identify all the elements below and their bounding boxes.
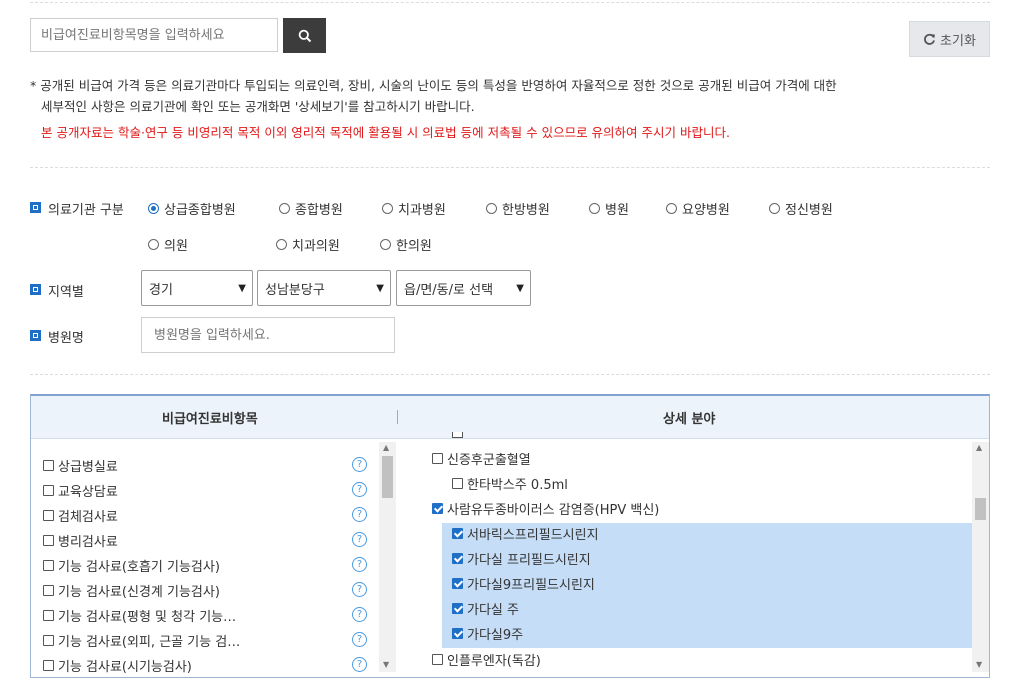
search-input[interactable] [30, 18, 278, 52]
list-item[interactable]: 병리검사료 [43, 531, 118, 550]
left-column-header: 비급여진료비항목 [162, 412, 258, 427]
hospital-name-input[interactable] [141, 317, 395, 353]
radio-tertiary-hospital[interactable]: 상급종합병원 [148, 199, 236, 218]
region-label: 지역별 [48, 285, 84, 300]
right-scrollbar[interactable]: ▲ ▼ [972, 442, 989, 672]
bullet-icon [30, 202, 41, 213]
refresh-icon [924, 33, 936, 45]
radio-oriental-hospital[interactable]: 한방병원 [486, 199, 550, 218]
left-scrollbar[interactable]: ▲ ▼ [379, 442, 396, 672]
checkbox[interactable] [452, 528, 463, 539]
radio-dental-clinic[interactable]: 치과의원 [276, 235, 340, 254]
radio-oriental-clinic[interactable]: 한의원 [380, 235, 432, 254]
panel-header: 비급여진료비항목 상세 분야 [31, 396, 989, 439]
checkbox[interactable] [43, 585, 54, 596]
list-item[interactable]: 검체검사료 [43, 506, 118, 525]
help-icon[interactable]: ? [352, 532, 367, 547]
list-item[interactable]: 가다실 주 [452, 599, 519, 618]
checkbox[interactable] [43, 635, 54, 646]
help-icon[interactable]: ? [352, 457, 367, 472]
list-item[interactable]: 서바릭스프리필드시린지 [452, 524, 599, 543]
list-item[interactable]: 기능 검사료(외피, 근골 기능 검… [43, 631, 240, 650]
radio-hospital[interactable]: 병원 [589, 199, 629, 218]
radio-general-hospital[interactable]: 종합병원 [279, 199, 343, 218]
list-item[interactable]: 기능 검사료(신경계 기능검사) [43, 581, 220, 600]
search-icon [298, 29, 311, 42]
reset-button[interactable]: 초기화 [909, 21, 990, 57]
checkbox[interactable] [43, 610, 54, 621]
scroll-thumb[interactable] [975, 498, 986, 520]
list-item[interactable]: 가다실9프리필드시린지 [452, 574, 595, 593]
checkbox[interactable] [432, 453, 443, 464]
notice-warning: 본 공개자료는 학술·연구 등 비영리적 목적 이외 영리적 목적에 활용될 시… [41, 125, 730, 140]
radio-dental-hospital[interactable]: 치과병원 [382, 199, 446, 218]
chevron-down-icon: ▼ [238, 282, 246, 294]
help-icon[interactable]: ? [352, 482, 367, 497]
checkbox[interactable] [43, 660, 54, 671]
checkbox[interactable] [43, 560, 54, 571]
help-icon[interactable]: ? [352, 507, 367, 522]
list-item[interactable]: 가다실9주 [452, 624, 523, 643]
search-button[interactable] [283, 18, 326, 53]
scroll-up-icon[interactable]: ▲ [976, 444, 982, 452]
chevron-down-icon: ▼ [376, 282, 384, 294]
radio-psychiatric-hospital[interactable]: 정신병원 [769, 199, 833, 218]
help-icon[interactable]: ? [352, 607, 367, 622]
bullet-icon [30, 284, 41, 295]
checkbox[interactable] [43, 485, 54, 496]
checkbox[interactable] [452, 478, 463, 489]
scroll-down-icon[interactable]: ▼ [976, 661, 982, 669]
radio-selected-icon [148, 203, 159, 214]
checkbox[interactable] [452, 628, 463, 639]
province-select[interactable]: 경기 ▼ [141, 270, 253, 306]
checkbox[interactable] [43, 460, 54, 471]
list-item[interactable]: 신증후군출혈열 [432, 449, 531, 468]
checkbox[interactable] [452, 553, 463, 564]
checkbox[interactable] [452, 603, 463, 614]
checkbox[interactable] [432, 654, 443, 665]
notice-line-1: * 공개된 비급여 가격 등은 의료기관마다 투입되는 의료인력, 장비, 시술… [30, 78, 837, 93]
checkbox[interactable] [452, 432, 463, 438]
hospital-name-label: 병원명 [48, 331, 84, 346]
bullet-icon [30, 330, 41, 341]
list-item[interactable]: 가다실 프리필드시린지 [452, 549, 591, 568]
list-item[interactable]: 상급병실료 [43, 456, 118, 475]
radio-nursing-hospital[interactable]: 요양병원 [666, 199, 730, 218]
scroll-thumb[interactable] [382, 456, 393, 498]
item-selection-panel: 비급여진료비항목 상세 분야 상급병실료 ? 교육상담료 ? 검체검사료 ? 병… [30, 394, 990, 678]
list-item[interactable]: 교육상담료 [43, 481, 118, 500]
reset-label: 초기화 [940, 33, 976, 49]
radio-clinic[interactable]: 의원 [148, 235, 188, 254]
help-icon[interactable]: ? [352, 557, 367, 572]
checkbox[interactable] [452, 578, 463, 589]
town-select[interactable]: 읍/면/동/로 선택 ▼ [396, 270, 531, 306]
list-item[interactable]: 인플루엔자(독감) [432, 650, 541, 669]
institution-type-label: 의료기관 구분 [48, 203, 124, 218]
list-item[interactable]: 사람유두종바이러스 감염증(HPV 백신) [432, 499, 659, 518]
list-item[interactable]: 한타박스주 0.5ml [452, 474, 568, 493]
scroll-up-icon[interactable]: ▲ [383, 444, 389, 452]
list-item[interactable]: 기능 검사료(시기능검사) [43, 656, 192, 675]
notice-line-2: 세부적인 사항은 의료기관에 확인 또는 공개화면 '상세보기'를 참고하시기 … [41, 99, 475, 114]
chevron-down-icon: ▼ [516, 282, 524, 294]
help-icon[interactable]: ? [352, 657, 367, 672]
checkbox[interactable] [43, 535, 54, 546]
help-icon[interactable]: ? [352, 632, 367, 647]
district-select[interactable]: 성남분당구 ▼ [257, 270, 391, 306]
list-item[interactable]: 기능 검사료(평형 및 청각 기능… [43, 606, 236, 625]
scroll-down-icon[interactable]: ▼ [383, 661, 389, 669]
checkbox[interactable] [43, 510, 54, 521]
checkbox[interactable] [432, 503, 443, 514]
right-column-header: 상세 분야 [663, 412, 716, 427]
help-icon[interactable]: ? [352, 582, 367, 597]
list-item[interactable]: 기능 검사료(호흡기 기능검사) [43, 556, 220, 575]
